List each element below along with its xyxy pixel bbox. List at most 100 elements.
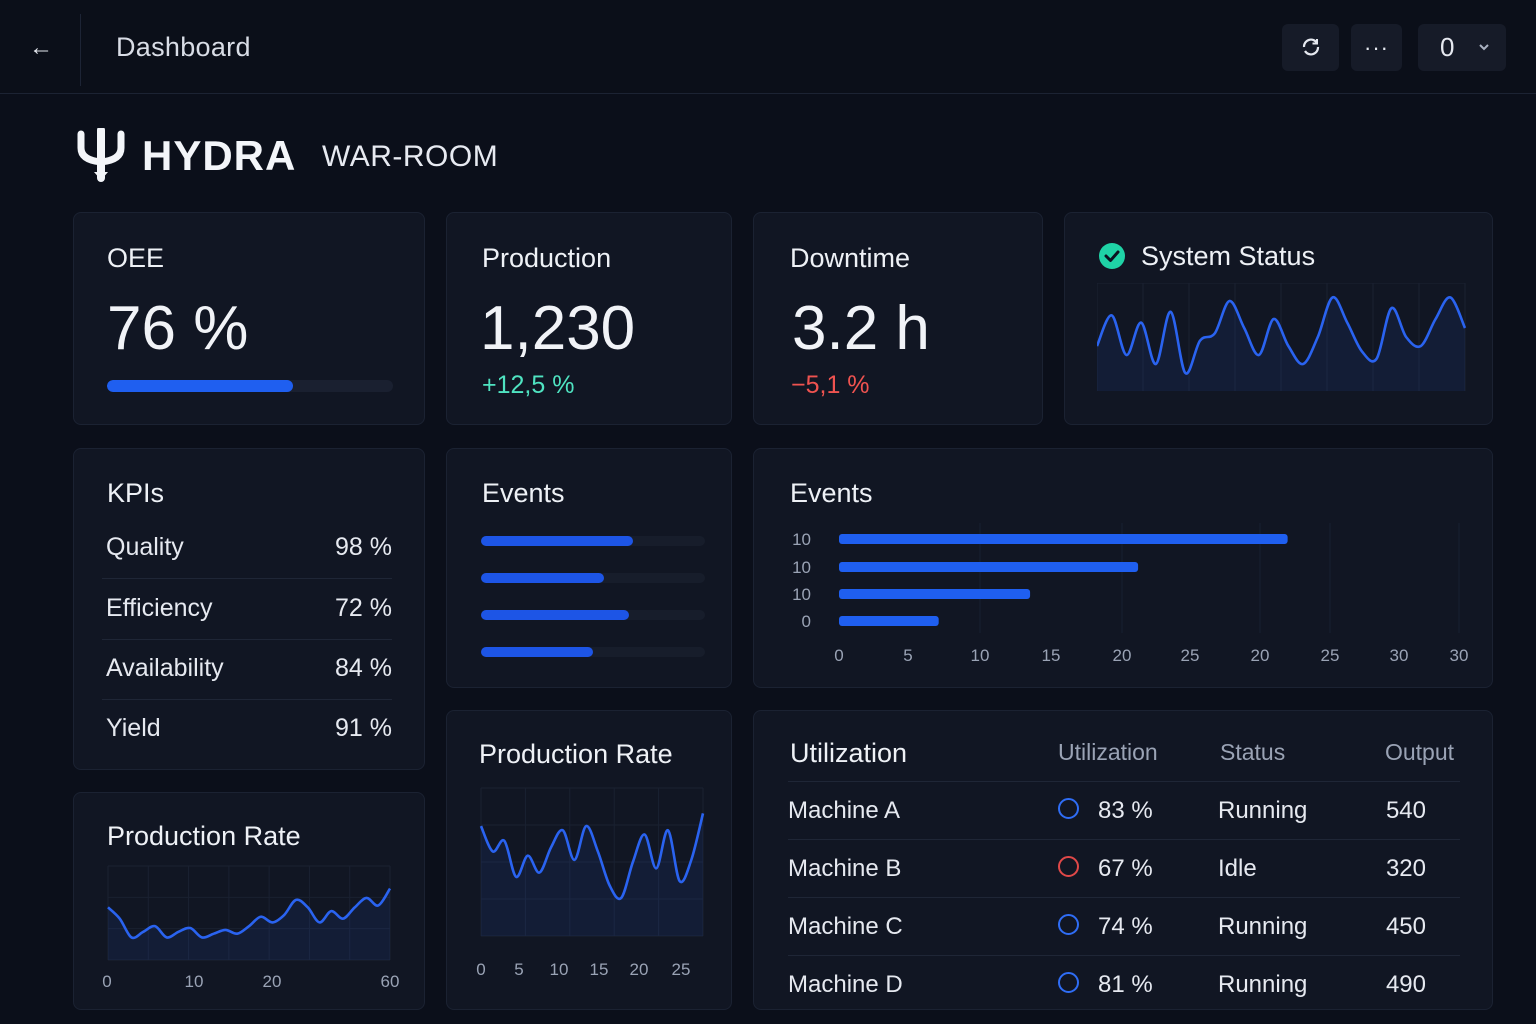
arrow-left-icon: ← — [29, 34, 53, 61]
x-tick-label: 20 — [630, 960, 649, 979]
output-value: 450 — [1385, 913, 1426, 940]
x-tick-label: 5 — [903, 646, 912, 665]
bar-track — [481, 647, 705, 657]
production-rate-card-tall[interactable]: Production Rate 0 5 10 15 20 25 — [446, 710, 732, 1010]
check-circle-icon — [1099, 243, 1125, 269]
production-rate-card-small[interactable]: Production Rate 0 10 20 60 — [73, 792, 425, 1010]
bar — [481, 573, 605, 583]
x-tick-label: 20 — [1113, 646, 1132, 665]
bar — [839, 562, 1139, 572]
kpi-value: 98 % — [335, 533, 392, 561]
more-horizontal-icon: ··· — [1364, 35, 1389, 60]
card-title: Events — [482, 478, 565, 508]
divider — [80, 14, 81, 86]
kpi-label: Quality — [106, 533, 184, 561]
kpi-label: Efficiency — [106, 594, 213, 622]
card-title: Utilization — [790, 738, 908, 768]
bar — [481, 647, 593, 657]
utilization-value: 83 % — [1098, 797, 1153, 824]
x-tick-label: 10 — [550, 960, 569, 979]
series-area — [108, 888, 390, 960]
column-header-status: Status — [1220, 739, 1286, 765]
kpi-row-efficiency: Efficiency 72 % — [102, 580, 392, 640]
card-title: Production — [482, 243, 612, 273]
x-tick-label: 25 — [1321, 646, 1340, 665]
more-button[interactable]: ··· — [1351, 24, 1402, 71]
table-row[interactable]: Machine C 74 % Running 450 — [788, 897, 1460, 955]
refresh-button[interactable] — [1282, 24, 1339, 71]
y-tick-label: 10 — [792, 530, 811, 549]
utilization-value: 81 % — [1098, 971, 1153, 998]
production-rate-chart: 0 5 10 15 20 25 — [476, 787, 705, 979]
machine-name: Machine B — [788, 855, 902, 882]
x-tick-label: 25 — [1181, 646, 1200, 665]
output-value: 320 — [1385, 855, 1426, 882]
status-text: Running — [1218, 913, 1308, 940]
oee-card[interactable]: OEE 76 % — [73, 212, 425, 425]
account-dropdown[interactable]: 0 — [1418, 24, 1506, 71]
oee-progress-fill — [107, 380, 293, 392]
x-tick-label: 0 — [102, 972, 111, 991]
x-tick-label: 10 — [971, 646, 990, 665]
production-rate-chart: 0 10 20 60 — [102, 865, 400, 991]
status-text: Running — [1218, 971, 1308, 998]
x-tick-label: 10 — [185, 972, 204, 991]
kpi-value: 84 % — [335, 654, 392, 682]
card-title: Production Rate — [479, 739, 673, 769]
utilization-value: 74 % — [1098, 913, 1153, 940]
x-tick-label: 5 — [514, 960, 523, 979]
bar-track — [481, 610, 705, 620]
divider — [788, 897, 1460, 898]
back-button[interactable]: ← — [26, 30, 56, 66]
bar — [839, 616, 939, 626]
kpi-row-availability: Availability 84 % — [102, 640, 392, 700]
status-ring-icon — [1058, 798, 1079, 819]
column-header-output: Output — [1384, 739, 1454, 765]
x-tick-label: 15 — [590, 960, 609, 979]
status-text: Idle — [1218, 855, 1257, 882]
status-text: Running — [1218, 797, 1308, 824]
refresh-icon — [1302, 38, 1319, 56]
divider — [102, 578, 392, 579]
kpis-card[interactable]: KPIs Quality 98 % Efficiency 72 % Availa… — [73, 448, 425, 770]
x-tick-label: 30 — [1450, 646, 1469, 665]
output-value: 540 — [1385, 797, 1426, 824]
bar — [839, 534, 1288, 544]
machine-name: Machine D — [788, 971, 903, 998]
production-delta: +12,5 % — [482, 371, 575, 399]
table-row[interactable]: Machine B 67 % Idle 320 — [788, 839, 1460, 897]
downtime-card[interactable]: Downtime 3.2 h −5,1 % — [753, 212, 1043, 425]
events-card-large[interactable]: Events 10 10 10 0 0 5 10 15 20 25 20 25 30 30 — [753, 448, 1493, 688]
x-tick-label: 15 — [1042, 646, 1061, 665]
trident-icon — [77, 128, 125, 182]
account-value: 0 — [1440, 32, 1455, 62]
oee-value: 76 % — [107, 294, 249, 363]
divider — [788, 781, 1460, 782]
card-title: KPIs — [107, 478, 165, 508]
x-tick-label: 60 — [381, 972, 400, 991]
table-row[interactable]: Machine A 83 % Running 540 — [788, 781, 1460, 839]
x-tick-label: 0 — [834, 646, 843, 665]
utilization-value: 67 % — [1098, 855, 1153, 882]
system-status-card[interactable]: System Status — [1064, 212, 1493, 425]
brand-name: HYDRA — [142, 132, 297, 179]
y-tick-label: 10 — [792, 558, 811, 577]
x-tick-label: 25 — [672, 960, 691, 979]
card-title: System Status — [1141, 241, 1316, 271]
card-title: Events — [790, 478, 873, 508]
page-title: Dashboard — [116, 32, 251, 62]
y-tick-label: 0 — [802, 612, 811, 631]
oee-progress-bar — [107, 380, 393, 392]
x-tick-label: 30 — [1390, 646, 1409, 665]
events-bar-chart: 10 10 10 0 0 5 10 15 20 25 20 25 30 30 — [792, 523, 1469, 665]
production-card[interactable]: Production 1,230 +12,5 % — [446, 212, 732, 425]
machine-name: Machine C — [788, 913, 903, 940]
bar — [839, 589, 1031, 599]
utilization-card[interactable]: Utilization Utilization Status Output Ma… — [753, 710, 1493, 1010]
downtime-delta: −5,1 % — [791, 371, 870, 399]
kpi-label: Yield — [106, 714, 161, 742]
table-row[interactable]: Machine D 81 % Running 490 — [788, 955, 1460, 1013]
top-bar: ← Dashboard ··· 0 — [0, 0, 1536, 94]
events-card-small[interactable]: Events — [446, 448, 732, 688]
card-title: Production Rate — [107, 821, 301, 851]
